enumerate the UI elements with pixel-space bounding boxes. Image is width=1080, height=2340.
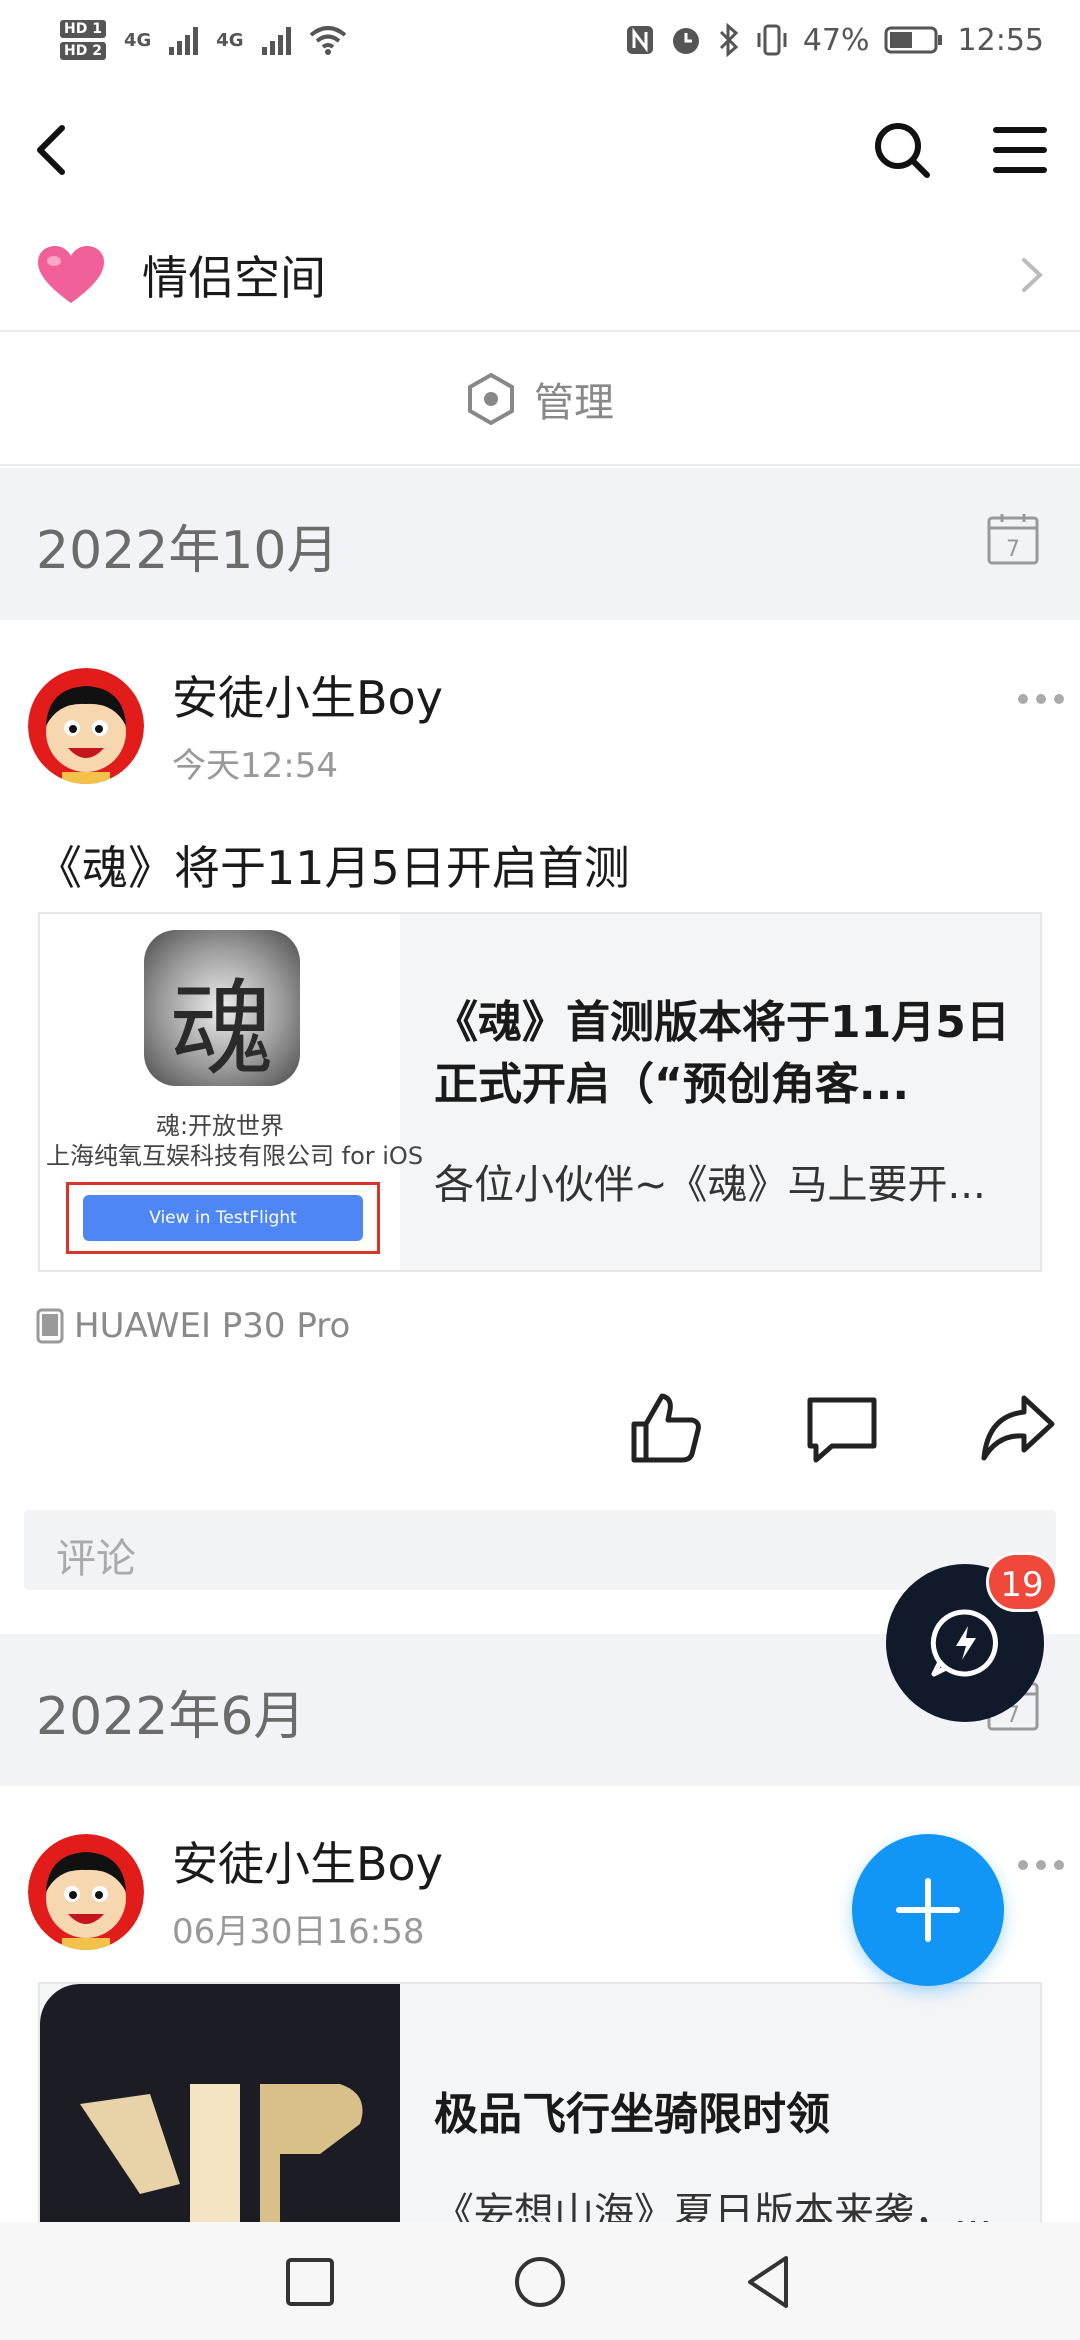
bluetooth-icon <box>719 23 739 57</box>
more-icon[interactable] <box>1018 694 1064 708</box>
testflight-highlight: View in TestFlight <box>66 1182 380 1254</box>
card-title: 极品飞行坐骑限时领 <box>434 2089 830 2140</box>
device-label: HUAWEI P30 Pro <box>74 1306 351 1346</box>
couple-space-label: 情侣空间 <box>142 251 326 305</box>
network-type-2: 4G <box>216 29 244 51</box>
clock: 12:55 <box>957 22 1044 58</box>
plus-icon <box>896 1878 960 1942</box>
post-time: 06月30日16:58 <box>172 1912 425 1952</box>
battery-icon <box>884 26 942 54</box>
post-time: 今天12:54 <box>172 746 338 786</box>
manage-icon <box>468 372 514 426</box>
unread-badge: 19 <box>986 1552 1058 1612</box>
system-nav-bar <box>0 2222 1080 2340</box>
back-nav-icon[interactable] <box>740 2252 800 2312</box>
avatar[interactable] <box>28 1834 144 1950</box>
signal-icon-2 <box>261 25 291 55</box>
search-icon[interactable] <box>872 120 932 180</box>
add-post-button[interactable] <box>852 1834 1004 1986</box>
nfc-icon <box>626 26 653 54</box>
more-icon[interactable] <box>1018 1860 1064 1874</box>
couple-space-entry[interactable]: 情侣空间 <box>0 220 1080 332</box>
card-description: 《妄想山海》夏日版本来袭，... <box>434 2190 993 2222</box>
card-title: 《魂》首测版本将于11月5日正式开启（“预创角客... <box>434 997 1010 1110</box>
avatar[interactable] <box>28 668 144 784</box>
month-header: 2022年10月 7 <box>0 468 1080 620</box>
share-icon[interactable] <box>980 1390 1056 1466</box>
post-actions <box>0 1390 1080 1470</box>
manage-label: 管理 <box>534 380 614 426</box>
wifi-icon <box>309 26 346 55</box>
month-label: 2022年10月 <box>36 521 339 581</box>
menu-icon[interactable] <box>990 120 1050 180</box>
phone-icon <box>36 1308 64 1344</box>
top-nav-bar <box>0 100 1080 200</box>
hd2-label: HD 2 <box>60 42 106 60</box>
like-icon[interactable] <box>628 1390 704 1466</box>
comment-icon[interactable] <box>804 1390 880 1466</box>
device-info: HUAWEI P30 Pro <box>36 1306 350 1346</box>
status-bar: HD 1 HD 2 4G 4G 47% 12:55 <box>0 0 1080 80</box>
comment-placeholder: 评论 <box>56 1536 136 1582</box>
manage-button[interactable]: 管理 <box>0 334 1080 466</box>
card-thumbnail: 魂 魂:开放世界 上海纯氧互娱科技有限公司 for iOS View in Te… <box>40 914 423 1270</box>
app-company: 上海纯氧互娱科技有限公司 for iOS <box>46 1142 424 1170</box>
hd1-label: HD 1 <box>60 20 106 38</box>
comment-input[interactable]: 评论 <box>24 1510 1056 1590</box>
battery-percent: 47% <box>802 22 870 58</box>
card-description: 各位小伙伴~《魂》马上要开... <box>434 1162 986 1208</box>
hd-indicator: HD 1 HD 2 <box>60 20 106 60</box>
app-icon-glyph: 魂 <box>169 968 274 1086</box>
testflight-button: View in TestFlight <box>83 1195 363 1241</box>
month-label: 2022年6月 <box>36 1687 306 1747</box>
vibrate-icon <box>757 24 787 56</box>
home-icon[interactable] <box>510 2252 570 2312</box>
chevron-right-icon <box>1022 258 1043 292</box>
card-thumbnail <box>40 1984 400 2222</box>
back-icon[interactable] <box>22 120 82 180</box>
link-card[interactable]: 魂 魂:开放世界 上海纯氧互娱科技有限公司 for iOS View in Te… <box>38 912 1042 1272</box>
recent-apps-icon[interactable] <box>280 2252 340 2312</box>
post-text: 《魂》将于11月5日开启首测 <box>36 841 630 895</box>
quick-reply-icon <box>930 1609 998 1677</box>
svg-text:7: 7 <box>1006 537 1020 562</box>
app-icon: 魂 <box>144 930 300 1086</box>
network-type-1: 4G <box>123 29 152 51</box>
post-author[interactable]: 安徒小生Boy <box>172 662 443 728</box>
alarm-icon <box>672 28 699 54</box>
link-card[interactable]: 极品飞行坐骑限时领 《妄想山海》夏日版本来袭，... <box>38 1982 1042 2222</box>
feed-post: 安徒小生Boy 今天12:54 《魂》将于11月5日开启首测 魂 魂:开放世界 … <box>0 620 1080 1630</box>
calendar-icon[interactable]: 7 <box>986 512 1040 566</box>
heart-icon <box>38 246 104 303</box>
signal-icon <box>169 25 199 55</box>
post-author[interactable]: 安徒小生Boy <box>172 1828 443 1894</box>
